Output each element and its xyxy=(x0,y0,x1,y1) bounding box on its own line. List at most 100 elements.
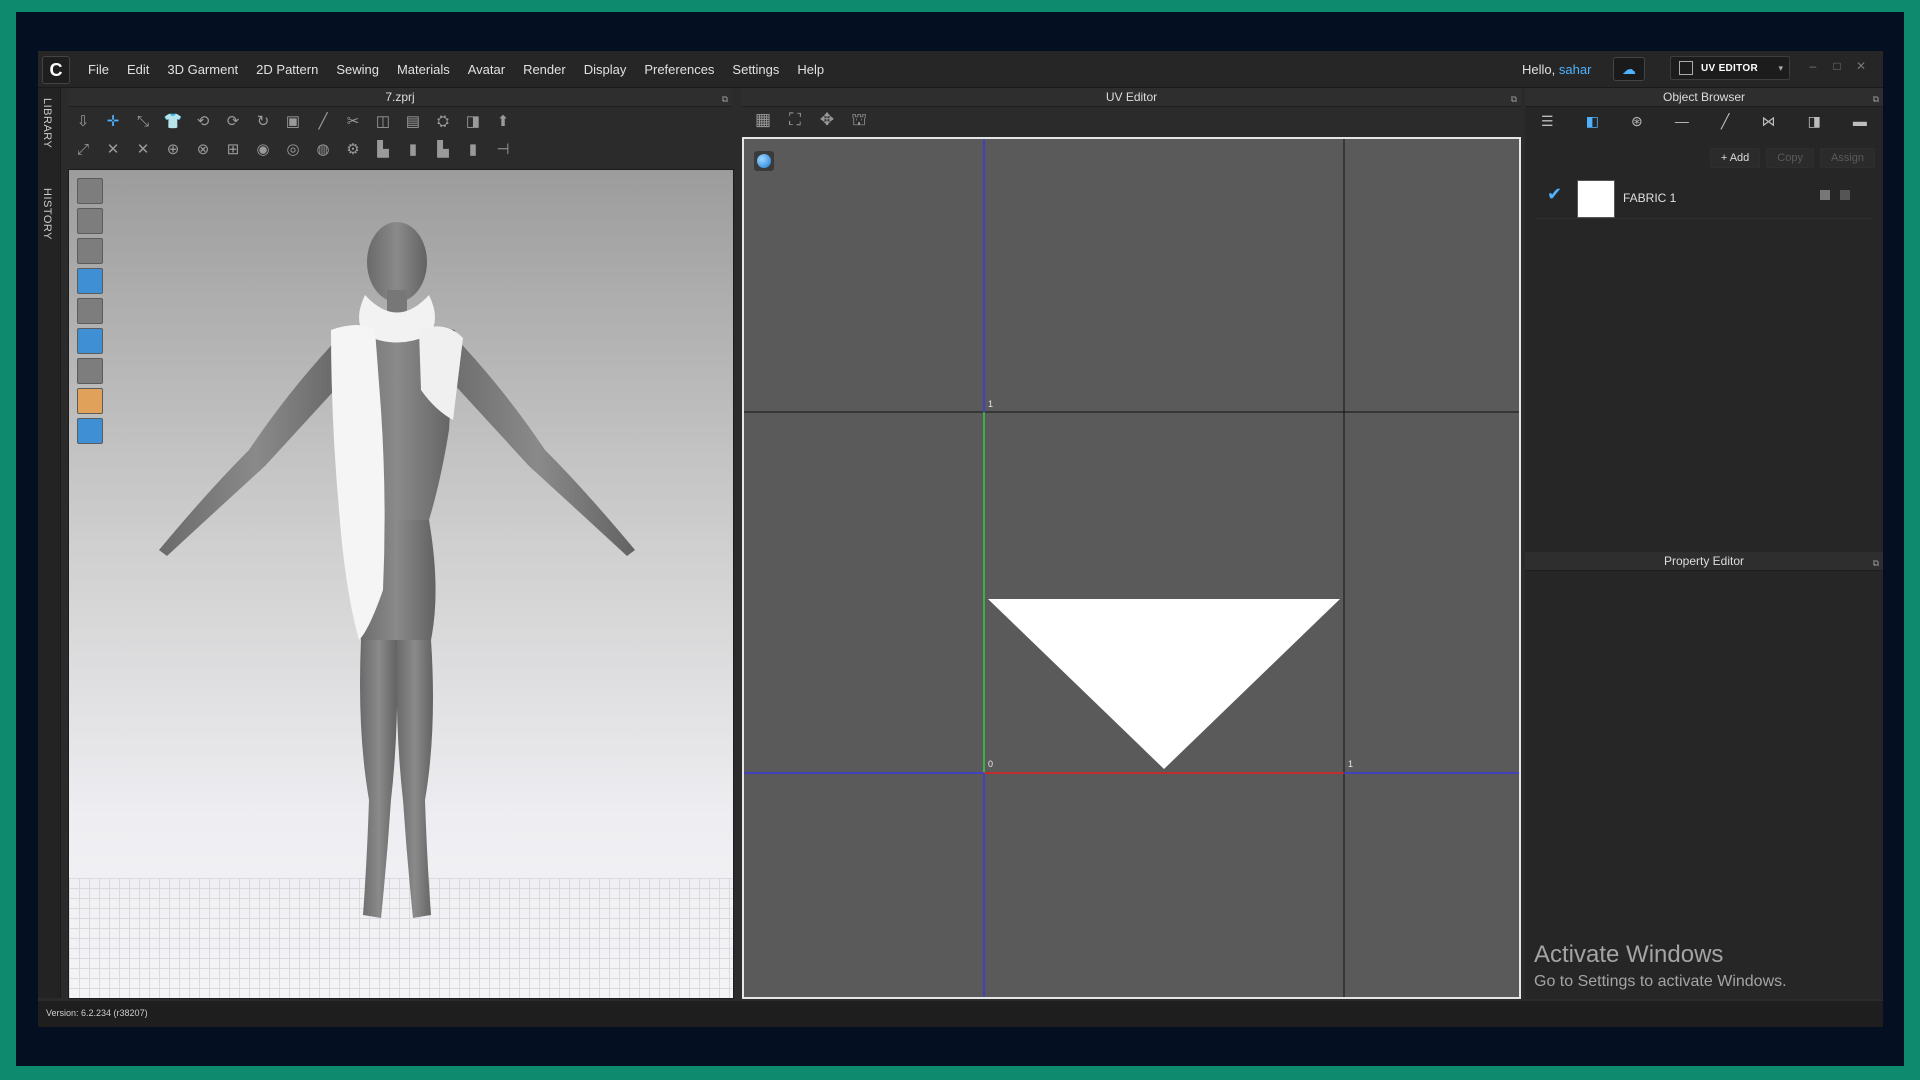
select-arrow-icon[interactable]: ⇩ xyxy=(72,111,94,133)
button-icon[interactable]: ⊕ xyxy=(162,139,184,161)
fold-icon[interactable]: ⟲ xyxy=(192,111,214,133)
menu-3d-garment[interactable]: 3D Garment xyxy=(167,62,238,77)
zipper-tab-icon[interactable]: ⋈ xyxy=(1761,113,1775,130)
copy-button[interactable]: Copy xyxy=(1766,148,1814,168)
menu-settings[interactable]: Settings xyxy=(732,62,779,77)
tab-library[interactable]: LIBRARY xyxy=(41,98,53,148)
add-button[interactable]: + Add xyxy=(1709,148,1761,168)
uv-camera-icon[interactable]: ⛶ xyxy=(784,109,806,131)
list-icon[interactable]: ☰ xyxy=(1541,113,1554,130)
menu-list: File Edit 3D Garment 2D Pattern Sewing M… xyxy=(88,51,824,87)
object-browser-tabs: ☰ ◧ ⊛ — ╱ ⋈ ◨ ▬ xyxy=(1525,108,1883,134)
close-icon[interactable]: ✕ xyxy=(1854,59,1868,73)
fabric-delete-icon[interactable] xyxy=(1840,190,1850,200)
fabric-swatch[interactable] xyxy=(1577,180,1615,218)
menu-render[interactable]: Render xyxy=(523,62,566,77)
grading-icon[interactable]: ◎ xyxy=(282,139,304,161)
maximize-icon[interactable]: □ xyxy=(1830,59,1844,73)
thread-icon[interactable]: ✕ xyxy=(132,139,154,161)
zipper-icon[interactable]: ⊞ xyxy=(222,139,244,161)
app-logo-icon[interactable]: C xyxy=(42,56,70,84)
camera-icon[interactable]: ◫ xyxy=(372,111,394,133)
cloud-icon[interactable]: ☁ xyxy=(1613,57,1645,81)
mode-selector[interactable]: UV EDITOR ▾ xyxy=(1670,56,1790,80)
pin-icon[interactable]: ▣ xyxy=(282,111,304,133)
seam-icon[interactable]: ◍ xyxy=(312,139,334,161)
uv-pack-icon[interactable]: ⛫ xyxy=(848,109,870,131)
menu-avatar[interactable]: Avatar xyxy=(468,62,505,77)
object-browser-panel: Object Browser ⧉ ☰ ◧ ⊛ — ╱ ⋈ ◨ ▬ + Add C… xyxy=(1525,88,1883,999)
object-browser-title: Object Browser xyxy=(1662,90,1746,104)
transform-move-icon[interactable]: ✛ xyxy=(102,111,124,133)
menu-materials[interactable]: Materials xyxy=(397,62,450,77)
activate-windows-subtitle: Go to Settings to activate Windows. xyxy=(1534,973,1787,990)
popout-icon[interactable]: ⧉ xyxy=(1873,554,1879,572)
fabric-tab-icon[interactable]: ◧ xyxy=(1586,113,1599,130)
uv-canvas[interactable]: 1 0 1 xyxy=(742,137,1521,999)
object-browser-title-bar: Object Browser ⧉ xyxy=(1525,88,1883,107)
avatar-icon[interactable]: ⬆ xyxy=(492,111,514,133)
fabric-list-item[interactable]: ✔ FABRIC 1 xyxy=(1535,176,1873,219)
puckering-icon[interactable]: ⚙ xyxy=(342,139,364,161)
toolbar-3d: ⇩ ✛ ⤡ 👕 ⟲ ⟳ ↻ ▣ ╱ ✂ ◫ ▤ ⛭ ◨ ⬆ ⤢ ✕ ✕ ⊕ ⊗ … xyxy=(68,107,732,167)
activate-windows-title: Activate Windows xyxy=(1534,941,1724,968)
uv-snapshot-icon[interactable]: ▦ xyxy=(752,109,774,131)
uv-move-icon[interactable]: ✥ xyxy=(816,109,838,131)
buttonhole-icon[interactable]: ⊗ xyxy=(192,139,214,161)
trim-icon[interactable]: ▙ xyxy=(432,139,454,161)
arrange-icon[interactable]: ⟳ xyxy=(222,111,244,133)
menu-edit[interactable]: Edit xyxy=(127,62,149,77)
measure-icon[interactable]: ⊣ xyxy=(492,139,514,161)
file-title: 7.zprj xyxy=(385,90,415,104)
uv-sphere-button[interactable] xyxy=(754,151,774,171)
draw-line-icon[interactable]: ╱ xyxy=(312,111,334,133)
uv-label-right: 1 xyxy=(1348,759,1353,769)
popout-icon[interactable]: ⧉ xyxy=(1511,90,1517,108)
uv-grid-icon xyxy=(1679,61,1693,75)
garment-icon[interactable]: 👕 xyxy=(162,111,184,133)
fabric-copy-icon[interactable] xyxy=(1820,190,1830,200)
menu-file[interactable]: File xyxy=(88,62,109,77)
uv-pattern-piece[interactable] xyxy=(988,599,1340,769)
greeting-text: Hello, xyxy=(1522,62,1556,77)
greeting: Hello, sahar xyxy=(1522,62,1591,77)
username[interactable]: sahar xyxy=(1559,62,1592,77)
minimize-icon[interactable]: – xyxy=(1806,59,1820,73)
tack-icon[interactable]: ✂ xyxy=(342,111,364,133)
popout-icon[interactable]: ⧉ xyxy=(1873,90,1879,108)
app-window: C File Edit 3D Garment 2D Pattern Sewing… xyxy=(38,51,1883,1027)
menu-sewing[interactable]: Sewing xyxy=(336,62,379,77)
texture-icon[interactable]: ▙ xyxy=(372,139,394,161)
tab-history[interactable]: HISTORY xyxy=(41,188,53,240)
shirt-back-icon[interactable]: ◨ xyxy=(462,111,484,133)
select-button-icon[interactable]: ◉ xyxy=(252,139,274,161)
status-bar: Version: 6.2.234 (r38207) xyxy=(38,1001,1883,1027)
mode-label: UV EDITOR xyxy=(1701,62,1758,74)
rotate-icon[interactable]: ↻ xyxy=(252,111,274,133)
select-mesh-icon[interactable]: ⤡ xyxy=(132,111,154,133)
viewport-3d[interactable] xyxy=(68,169,734,999)
button-tab-icon[interactable]: ⊛ xyxy=(1631,113,1643,130)
popout-icon[interactable]: ⧉ xyxy=(722,90,728,108)
chevron-down-icon: ▾ xyxy=(1778,62,1783,73)
menu-2d-pattern[interactable]: 2D Pattern xyxy=(256,62,318,77)
assign-button[interactable]: Assign xyxy=(1819,148,1875,168)
graphic-icon[interactable]: ▮ xyxy=(402,139,424,161)
menu-help[interactable]: Help xyxy=(797,62,824,77)
needle-icon[interactable]: ✕ xyxy=(102,139,124,161)
shirt-front-icon[interactable]: ⛭ xyxy=(432,111,454,133)
graphic-tab-icon[interactable]: ◨ xyxy=(1808,113,1821,130)
property-editor-title: Property Editor xyxy=(1663,554,1745,568)
topstitch-tab-icon[interactable]: — xyxy=(1675,113,1689,129)
check-icon[interactable]: ✔ xyxy=(1547,184,1562,205)
uv-toolbar: ▦ ⛶ ✥ ⛫ xyxy=(752,109,870,131)
trim-tab-icon[interactable]: ▬ xyxy=(1853,113,1867,129)
menu-display[interactable]: Display xyxy=(584,62,627,77)
object-browser-actions: + Add Copy Assign xyxy=(1709,148,1875,168)
brush-icon[interactable]: ⤢ xyxy=(72,139,94,161)
seam-tab-icon[interactable]: ╱ xyxy=(1721,113,1729,130)
fitting-icon[interactable]: ▤ xyxy=(402,111,424,133)
fabric-icon[interactable]: ▮ xyxy=(462,139,484,161)
menu-preferences[interactable]: Preferences xyxy=(644,62,714,77)
uv-grid: 1 0 1 xyxy=(744,139,1519,997)
